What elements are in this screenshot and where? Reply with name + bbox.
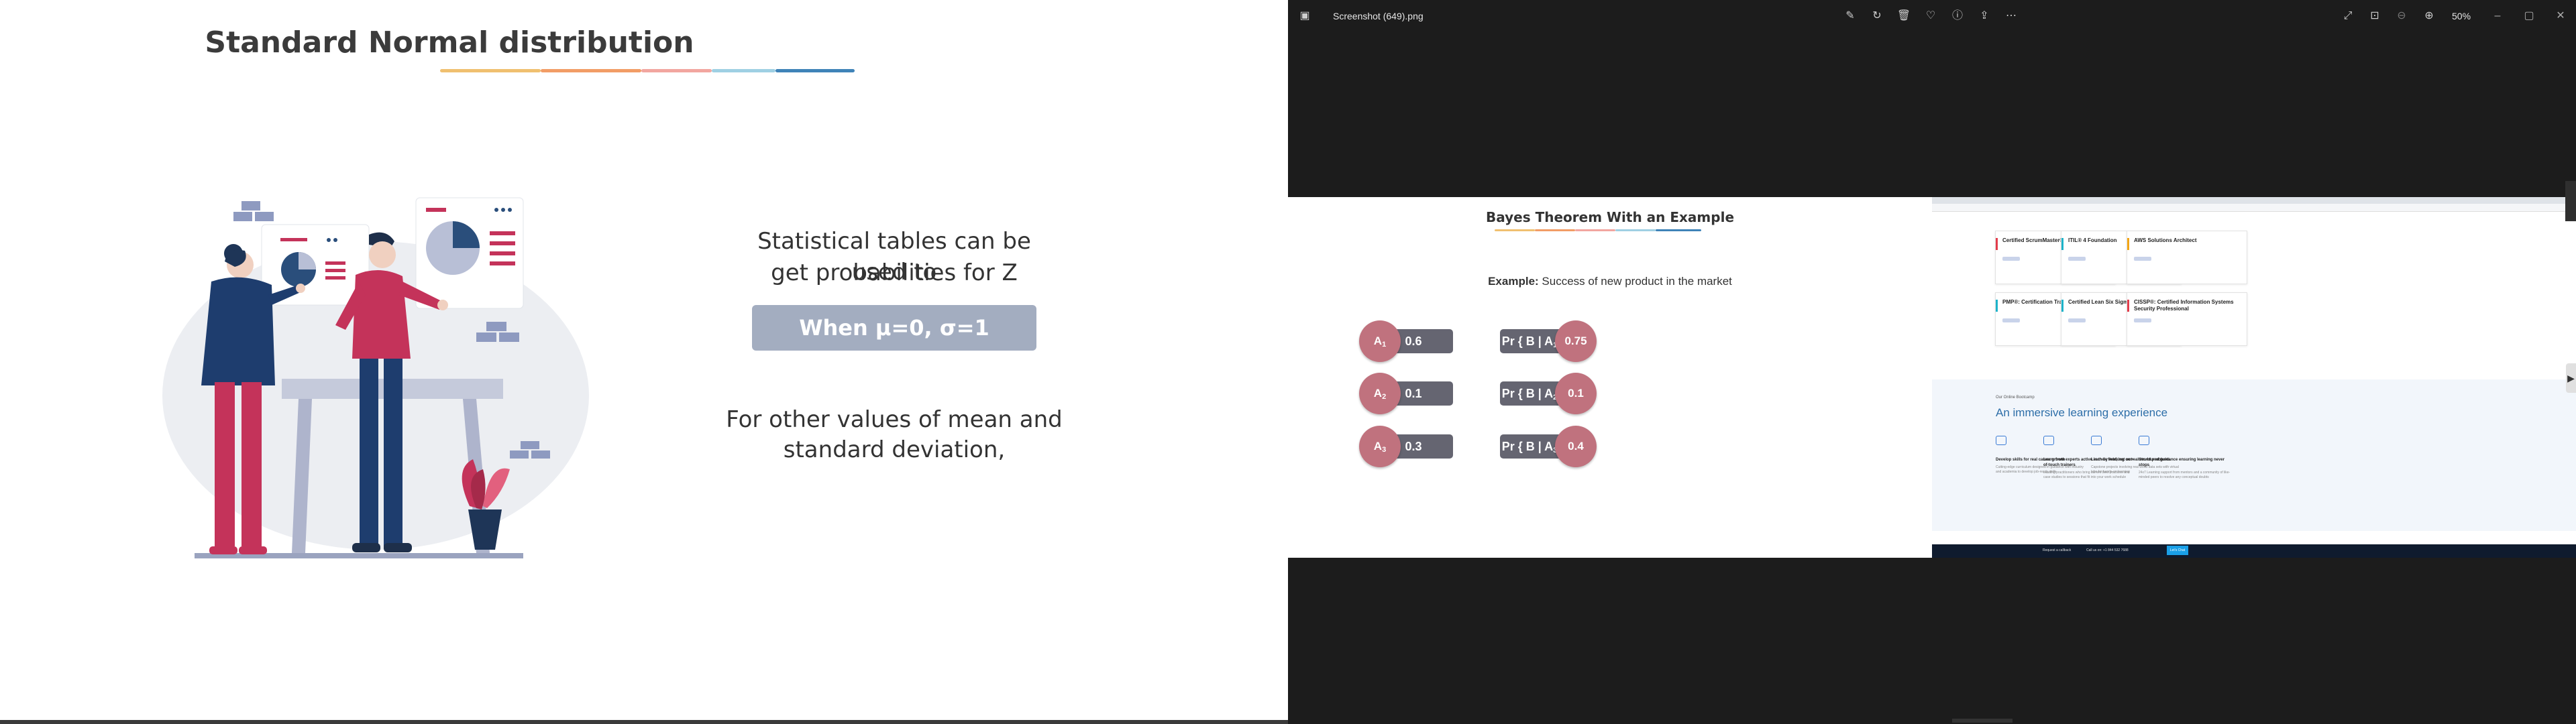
card-accent (2061, 300, 2063, 312)
viewer-scrollbar[interactable] (2565, 181, 2576, 221)
filmstrip-handle[interactable] (1952, 719, 2012, 723)
slide-text-line-3: For other values of mean and (726, 406, 1063, 433)
delete-icon[interactable]: 🗑 (1896, 9, 1911, 23)
displayed-image: Bayes Theorem With an Example Example: S… (1288, 197, 2576, 558)
card-accent (1996, 300, 1998, 312)
web-footer-bar: Request a callback Call us on: +1 844 53… (1932, 544, 2576, 558)
card-accent (2061, 238, 2063, 250)
presentation-slide: Standard Normal distribution Statistical… (0, 0, 1288, 724)
browser-addressbar (1932, 204, 2576, 212)
feature-4: Structured guidance ensuring learning ne… (2139, 436, 2233, 480)
card-tag (2068, 257, 2086, 261)
feature-icon (2091, 436, 2102, 445)
bayes-title: Bayes Theorem With an Example (1485, 209, 1735, 225)
share-icon[interactable]: ⇪ (1977, 9, 1992, 23)
close-icon[interactable]: ✕ (2553, 9, 2568, 23)
card-tag (2002, 257, 2020, 261)
bayes-slide: Bayes Theorem With an Example Example: S… (1288, 197, 1932, 558)
likelihood-value-3: 0.4 (1555, 426, 1597, 467)
photo-viewer-window: ▣ Screenshot (649).png ✎ ↻ 🗑 ♡ ⓘ ⇪ ⋯ ⤢ ⊡… (1288, 0, 2576, 724)
app-icon: ▣ (1299, 10, 1310, 21)
section-kicker: Our Online Bootcamp (1996, 396, 2035, 400)
slide-text-line-4: standard deviation, (783, 436, 1006, 463)
course-card-6: CISSP®: Certified Information Systems Se… (2127, 292, 2247, 346)
next-image-arrow-icon[interactable]: ▶ (2566, 363, 2576, 393)
slide-bottom-bar (0, 720, 1288, 724)
browser-tabbar (1932, 197, 2576, 204)
bayes-example: Example: Success of new product in the m… (1288, 275, 1932, 288)
example-text: Success of new product in the market (1542, 275, 1732, 288)
highlight-box: When μ=0, σ=1 (752, 305, 1036, 351)
maximize-icon[interactable]: ▢ (2522, 9, 2536, 23)
prior-label-1: A1 (1359, 320, 1401, 362)
card-tag (2134, 257, 2151, 261)
card-tag (2068, 318, 2086, 322)
presentation-illustration (162, 197, 589, 558)
prior-label-2: A2 (1359, 373, 1401, 414)
card-title: AWS Solutions Architect (2134, 237, 2197, 243)
man-figure (352, 269, 411, 359)
zoom-out-icon[interactable]: ⊖ (2394, 9, 2409, 23)
feature-icon (1996, 436, 2006, 445)
embedded-webpage-screenshot: Certified ScrumMaster® (CSM) ITIL® 4 Fou… (1932, 197, 2576, 558)
card-accent (2127, 300, 2129, 312)
plant-pot (468, 509, 502, 550)
feature-title: Structured guidance ensuring learning ne… (2139, 458, 2225, 467)
feature-icon (2043, 436, 2054, 445)
callback-link: Request a callback (2043, 548, 2072, 552)
card-tag (2002, 318, 2020, 322)
more-icon[interactable]: ⋯ (2004, 9, 2019, 23)
card-accent (2127, 238, 2129, 250)
woman-figure (201, 277, 275, 385)
feature-desc: 24x7 Learning support from mentors and a… (2139, 471, 2231, 479)
likelihood-value-1: 0.75 (1555, 320, 1597, 362)
prior-label-3: A3 (1359, 426, 1401, 467)
feature-icon (2139, 436, 2149, 445)
likelihood-value-2: 0.1 (1555, 373, 1597, 414)
card-accent (1996, 238, 1998, 250)
example-label: Example: (1488, 275, 1539, 288)
info-icon[interactable]: ⓘ (1950, 9, 1965, 23)
card-title: CISSP®: Certified Information Systems Se… (2134, 299, 2234, 312)
minimize-icon[interactable]: – (2490, 9, 2505, 23)
zoom-in-icon[interactable]: ⊕ (2422, 9, 2436, 23)
slide-text-line-2: get probabilities for Z (771, 259, 1018, 286)
rotate-icon[interactable]: ↻ (1870, 9, 1884, 23)
zoom-level[interactable]: 50% (2452, 11, 2471, 21)
fit-icon[interactable]: ⊡ (2367, 9, 2382, 23)
file-name: Screenshot (649).png (1333, 11, 1424, 21)
section-title: An immersive learning experience (1996, 406, 2168, 419)
favorite-icon[interactable]: ♡ (1923, 9, 1938, 23)
slide-title: Standard Normal distribution (205, 25, 694, 60)
chat-button: Let's Chat (2167, 546, 2188, 555)
card-tag (2134, 318, 2151, 322)
call-us: Call us on: +1 844 532 7688 (2086, 548, 2129, 552)
edit-icon[interactable]: ✎ (1843, 9, 1858, 23)
fullscreen-icon[interactable]: ⤢ (2341, 9, 2355, 23)
course-card-3: AWS Solutions Architect (2127, 231, 2247, 284)
